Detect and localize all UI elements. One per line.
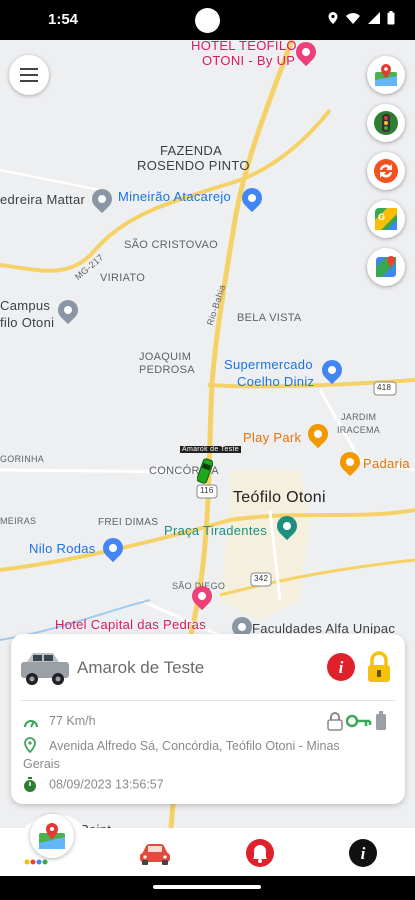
- vehicle-info-button[interactable]: i: [326, 652, 356, 682]
- car-icon: [140, 844, 170, 865]
- location-icon: [328, 12, 338, 24]
- map-label-play-park: Play Park: [243, 430, 302, 445]
- location-pin-icon: [24, 737, 36, 753]
- speed-value: 77 Km/h: [49, 714, 96, 728]
- map-label-praca: Praça Tiradentes: [164, 523, 268, 538]
- map-label-joaquim: JOAQUIM: [139, 351, 192, 363]
- map-label-teofilo: Teófilo Otoni: [233, 489, 326, 506]
- battery-icon: [387, 11, 395, 25]
- map-label-joaquim2: PEDROSA: [139, 364, 195, 376]
- map-pin-icon: [375, 64, 397, 86]
- vehicle-marker-icon[interactable]: [197, 457, 213, 485]
- vehicle-name: Amarok de Teste: [77, 658, 205, 677]
- nav-alerts[interactable]: [243, 836, 277, 870]
- camera-cutout: [195, 8, 220, 33]
- google-maps-button[interactable]: G: [367, 200, 405, 238]
- menu-button[interactable]: [9, 55, 49, 95]
- address-row: Avenida Alfredo Sá, Concórdia, Teófilo O…: [23, 737, 383, 773]
- datetime-row: 08/09/2023 13:56:57: [23, 777, 164, 793]
- map-pin-button[interactable]: [367, 56, 405, 94]
- map-label-supermercado2: Coelho Diniz: [237, 374, 315, 389]
- map-label-fazenda: FAZENDA: [160, 143, 223, 158]
- hamburger-line: [20, 74, 38, 76]
- battery-status-icon: [376, 711, 386, 730]
- speed-row: 77 Km/h: [23, 714, 96, 729]
- traffic-light-icon: [374, 111, 398, 135]
- home-indicator[interactable]: [153, 885, 261, 889]
- info-icon: i: [349, 839, 377, 867]
- status-icons: [327, 11, 395, 25]
- google-maps-alt-icon: [376, 256, 396, 277]
- bottom-nav: i: [0, 814, 415, 880]
- ignition-key-icon: [346, 714, 372, 728]
- refresh-icon: [374, 159, 398, 183]
- map-label-mineirao: Mineirão Atacarejo: [118, 189, 232, 204]
- bell-icon: [246, 839, 274, 867]
- hamburger-icon: [20, 68, 38, 70]
- nav-vehicles[interactable]: [138, 836, 172, 870]
- map-label-hotel-top: HOTEL TEÓFILO: [191, 38, 297, 53]
- status-bar: 1:54: [0, 0, 415, 40]
- map-label-hotel-top2: OTONI - By UP: [202, 53, 296, 68]
- refresh-button[interactable]: [367, 152, 405, 190]
- lock-icon[interactable]: [366, 650, 392, 684]
- traffic-button[interactable]: [367, 104, 405, 142]
- speedometer-icon: [24, 719, 38, 728]
- map-label-jardim2: IRACEMA: [337, 425, 381, 435]
- map-label-meiras: MEIRAS: [0, 516, 37, 526]
- vehicle-card[interactable]: Amarok de Teste i 77 Km/h Avenida Alfred…: [11, 634, 405, 804]
- google-maps-icon: G: [375, 208, 397, 230]
- signal-icon: [368, 12, 380, 24]
- gesture-bar-area: [0, 876, 415, 900]
- map-label-padaria: Padaria: [363, 456, 410, 471]
- vehicle-tag: Amarok de Teste: [180, 446, 241, 453]
- vehicle-photo: [21, 653, 69, 685]
- address-line2: Gerais: [23, 757, 60, 771]
- map-label-fazenda2: ROSENDO PINTO: [137, 158, 250, 173]
- map-label-bela-vista: BELA VISTA: [237, 312, 302, 324]
- svg-text:i: i: [339, 658, 344, 677]
- map-label-frei-dimas: FREI DIMAS: [98, 517, 159, 528]
- app-screen: HOTEL TEÓFILO OTONI - By UP FAZENDA ROSE…: [0, 0, 415, 900]
- svg-text:i: i: [361, 844, 366, 863]
- map-label-jardim: JARDIM: [341, 412, 377, 422]
- wifi-icon: [346, 13, 360, 24]
- status-time: 1:54: [48, 11, 79, 28]
- brand-mark-icon: [24, 859, 48, 865]
- nav-map[interactable]: [30, 814, 74, 858]
- nav-info[interactable]: i: [346, 836, 380, 870]
- hamburger-line: [20, 80, 38, 82]
- map-label-pedreira: edreira Mattar: [0, 192, 86, 207]
- map-label-campus2: filo Otoni: [0, 315, 55, 330]
- google-maps-alt-button[interactable]: [367, 248, 405, 286]
- map-label-route116: 116: [200, 486, 214, 495]
- map-label-sao-cristovao: SÃO CRISTOVAO: [124, 239, 218, 251]
- svg-text:G: G: [378, 212, 385, 222]
- map-label-nilo: Nilo Rodas: [29, 541, 96, 556]
- map-label-gorinha: GORINHA: [0, 454, 45, 464]
- card-divider: [21, 700, 395, 701]
- map-label-supermercado: Supermercado: [224, 357, 313, 372]
- map-icon: [39, 823, 65, 849]
- map-label-campus: Campus: [0, 298, 51, 313]
- unlock-status-icon: [327, 712, 343, 731]
- map-label-route418: 418: [377, 383, 392, 392]
- map-label-hotel-capital: Hotel Capital das Pedras: [55, 617, 206, 632]
- address-line1: Avenida Alfredo Sá, Concórdia, Teófilo O…: [49, 739, 340, 753]
- datetime-value: 08/09/2023 13:56:57: [49, 777, 164, 792]
- map-label-viriato: VIRIATO: [100, 272, 146, 284]
- stopwatch-icon: [24, 777, 36, 792]
- map-label-route342: 342: [254, 574, 269, 583]
